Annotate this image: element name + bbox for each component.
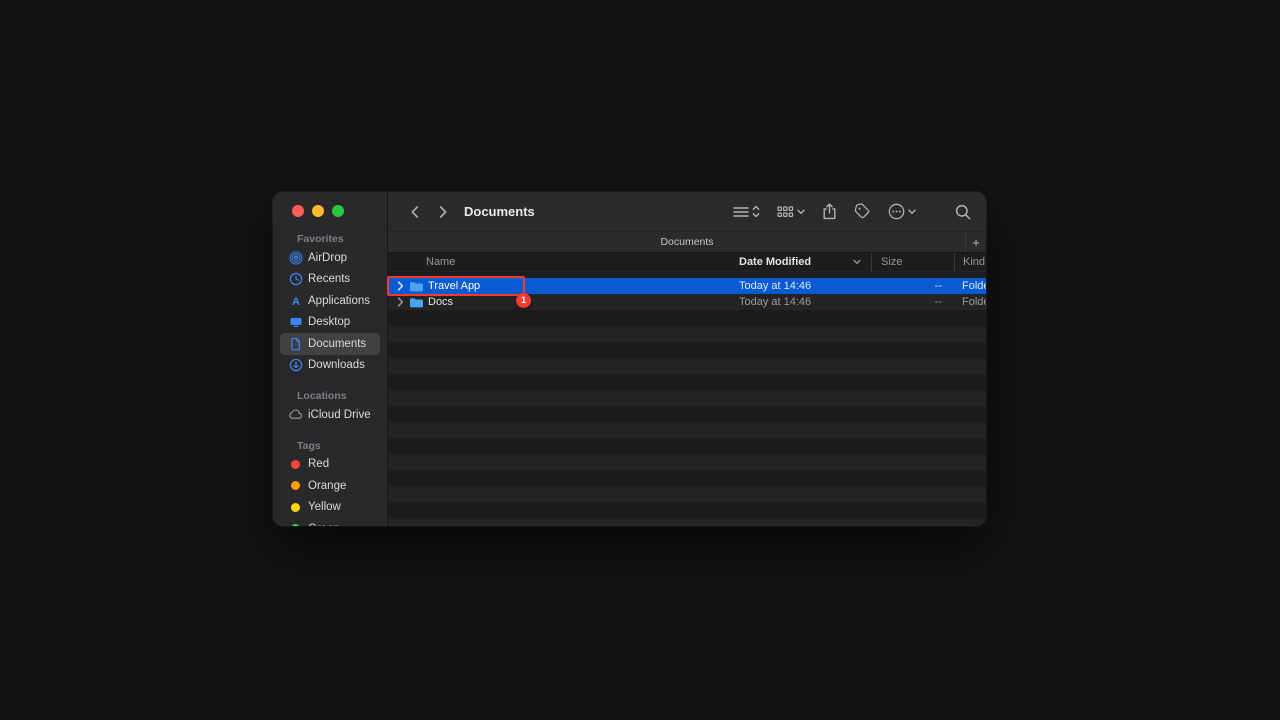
sidebar-item-recents[interactable]: Recents bbox=[280, 269, 380, 291]
tab-bar: Documents + bbox=[388, 232, 986, 253]
sidebar-section-locations-label: Locations bbox=[297, 390, 387, 402]
back-button[interactable] bbox=[404, 200, 426, 224]
sidebar: Favorites AirDrop Recents A Applications… bbox=[273, 192, 388, 526]
group-icon bbox=[777, 206, 794, 218]
sidebar-section-tags-label: Tags bbox=[297, 440, 387, 452]
sidebar-item-icloud-drive[interactable]: iCloud Drive bbox=[280, 404, 380, 426]
sidebar-item-tag-yellow[interactable]: Yellow bbox=[280, 497, 380, 519]
forward-button[interactable] bbox=[432, 200, 454, 224]
green-tag-icon bbox=[291, 524, 300, 526]
tab-documents[interactable]: Documents bbox=[660, 236, 713, 248]
kind-cell: Folder bbox=[954, 296, 986, 308]
desktop-icon bbox=[288, 315, 303, 330]
sidebar-item-label: Red bbox=[308, 458, 329, 470]
orange-tag-icon bbox=[291, 481, 300, 490]
clock-icon bbox=[288, 272, 303, 287]
toolbar: Documents bbox=[388, 192, 986, 232]
download-icon bbox=[288, 358, 303, 373]
kind-cell: Folder bbox=[954, 280, 986, 292]
sidebar-item-label: Downloads bbox=[308, 359, 365, 371]
sidebar-item-label: AirDrop bbox=[308, 252, 347, 264]
column-header-size[interactable]: Size bbox=[871, 253, 954, 271]
annotation-step-badge: 1 bbox=[516, 293, 531, 308]
share-button[interactable] bbox=[822, 203, 837, 220]
more-actions-button[interactable] bbox=[888, 203, 916, 220]
size-cell: -- bbox=[871, 280, 954, 292]
file-list-rows: Travel App Today at 14:46 -- Folder Docs… bbox=[388, 278, 986, 526]
window-controls bbox=[273, 192, 387, 217]
red-tag-icon bbox=[291, 460, 300, 469]
view-options-button[interactable] bbox=[733, 205, 760, 218]
sidebar-item-tag-green[interactable]: Green bbox=[280, 518, 380, 526]
name-cell: Docs bbox=[388, 296, 739, 308]
sort-chevron-icon bbox=[853, 259, 861, 265]
column-header-date-modified[interactable]: Date Modified bbox=[739, 256, 871, 268]
tags-button[interactable] bbox=[854, 203, 871, 220]
sidebar-item-label: Desktop bbox=[308, 316, 350, 328]
sidebar-item-label: Documents bbox=[308, 338, 366, 350]
window-title: Documents bbox=[464, 204, 535, 219]
content-area: Documents bbox=[388, 192, 986, 526]
sidebar-item-applications[interactable]: A Applications bbox=[280, 290, 380, 312]
file-row-docs[interactable]: Docs Today at 14:46 -- Folder bbox=[388, 294, 986, 310]
sidebar-item-tag-red[interactable]: Red bbox=[280, 454, 380, 476]
chevron-down-icon bbox=[797, 209, 805, 215]
share-icon bbox=[822, 203, 837, 220]
sidebar-item-downloads[interactable]: Downloads bbox=[280, 355, 380, 377]
toolbar-actions bbox=[733, 203, 971, 220]
search-icon bbox=[955, 204, 971, 220]
finder-window: Favorites AirDrop Recents A Applications… bbox=[273, 192, 986, 526]
yellow-tag-icon bbox=[291, 503, 300, 512]
search-button[interactable] bbox=[955, 204, 971, 220]
sidebar-item-label: Recents bbox=[308, 273, 350, 285]
sidebar-item-tag-orange[interactable]: Orange bbox=[280, 475, 380, 497]
list-view-icon bbox=[733, 206, 749, 218]
sidebar-item-label: Orange bbox=[308, 480, 346, 492]
annotation-highlight-rectangle bbox=[387, 276, 525, 296]
applications-icon: A bbox=[288, 293, 303, 308]
sidebar-item-label: Yellow bbox=[308, 501, 341, 513]
new-tab-button[interactable]: + bbox=[965, 232, 986, 252]
document-icon bbox=[288, 336, 303, 351]
zoom-window-button[interactable] bbox=[332, 205, 344, 217]
cloud-icon bbox=[288, 407, 303, 422]
close-window-button[interactable] bbox=[292, 205, 304, 217]
sidebar-section-favorites-label: Favorites bbox=[297, 233, 387, 245]
column-header-row: Name Date Modified Size Kind bbox=[388, 253, 986, 272]
file-list: Travel App Today at 14:46 -- Folder Docs… bbox=[388, 272, 986, 526]
sidebar-item-label: Applications bbox=[308, 295, 370, 307]
group-button[interactable] bbox=[777, 206, 805, 218]
tag-icon bbox=[854, 203, 871, 220]
airdrop-icon bbox=[288, 250, 303, 265]
folder-icon bbox=[409, 297, 423, 308]
chevron-down-icon bbox=[908, 209, 916, 215]
column-header-name[interactable]: Name bbox=[388, 256, 739, 268]
sidebar-item-airdrop[interactable]: AirDrop bbox=[280, 247, 380, 269]
column-header-label: Date Modified bbox=[739, 256, 811, 268]
size-cell: -- bbox=[871, 296, 954, 308]
date-modified-cell: Today at 14:46 bbox=[739, 280, 871, 292]
date-modified-cell: Today at 14:46 bbox=[739, 296, 871, 308]
sidebar-item-desktop[interactable]: Desktop bbox=[280, 312, 380, 334]
sidebar-item-documents[interactable]: Documents bbox=[280, 333, 380, 355]
sidebar-item-label: iCloud Drive bbox=[308, 409, 371, 421]
minimize-window-button[interactable] bbox=[312, 205, 324, 217]
up-down-chevrons-icon bbox=[752, 205, 760, 218]
disclosure-chevron-icon[interactable] bbox=[397, 297, 404, 307]
file-name: Docs bbox=[428, 296, 453, 308]
svg-text:A: A bbox=[291, 296, 299, 308]
ellipsis-circle-icon bbox=[888, 203, 905, 220]
column-header-kind[interactable]: Kind bbox=[954, 253, 986, 271]
sidebar-item-label: Green bbox=[308, 523, 340, 526]
